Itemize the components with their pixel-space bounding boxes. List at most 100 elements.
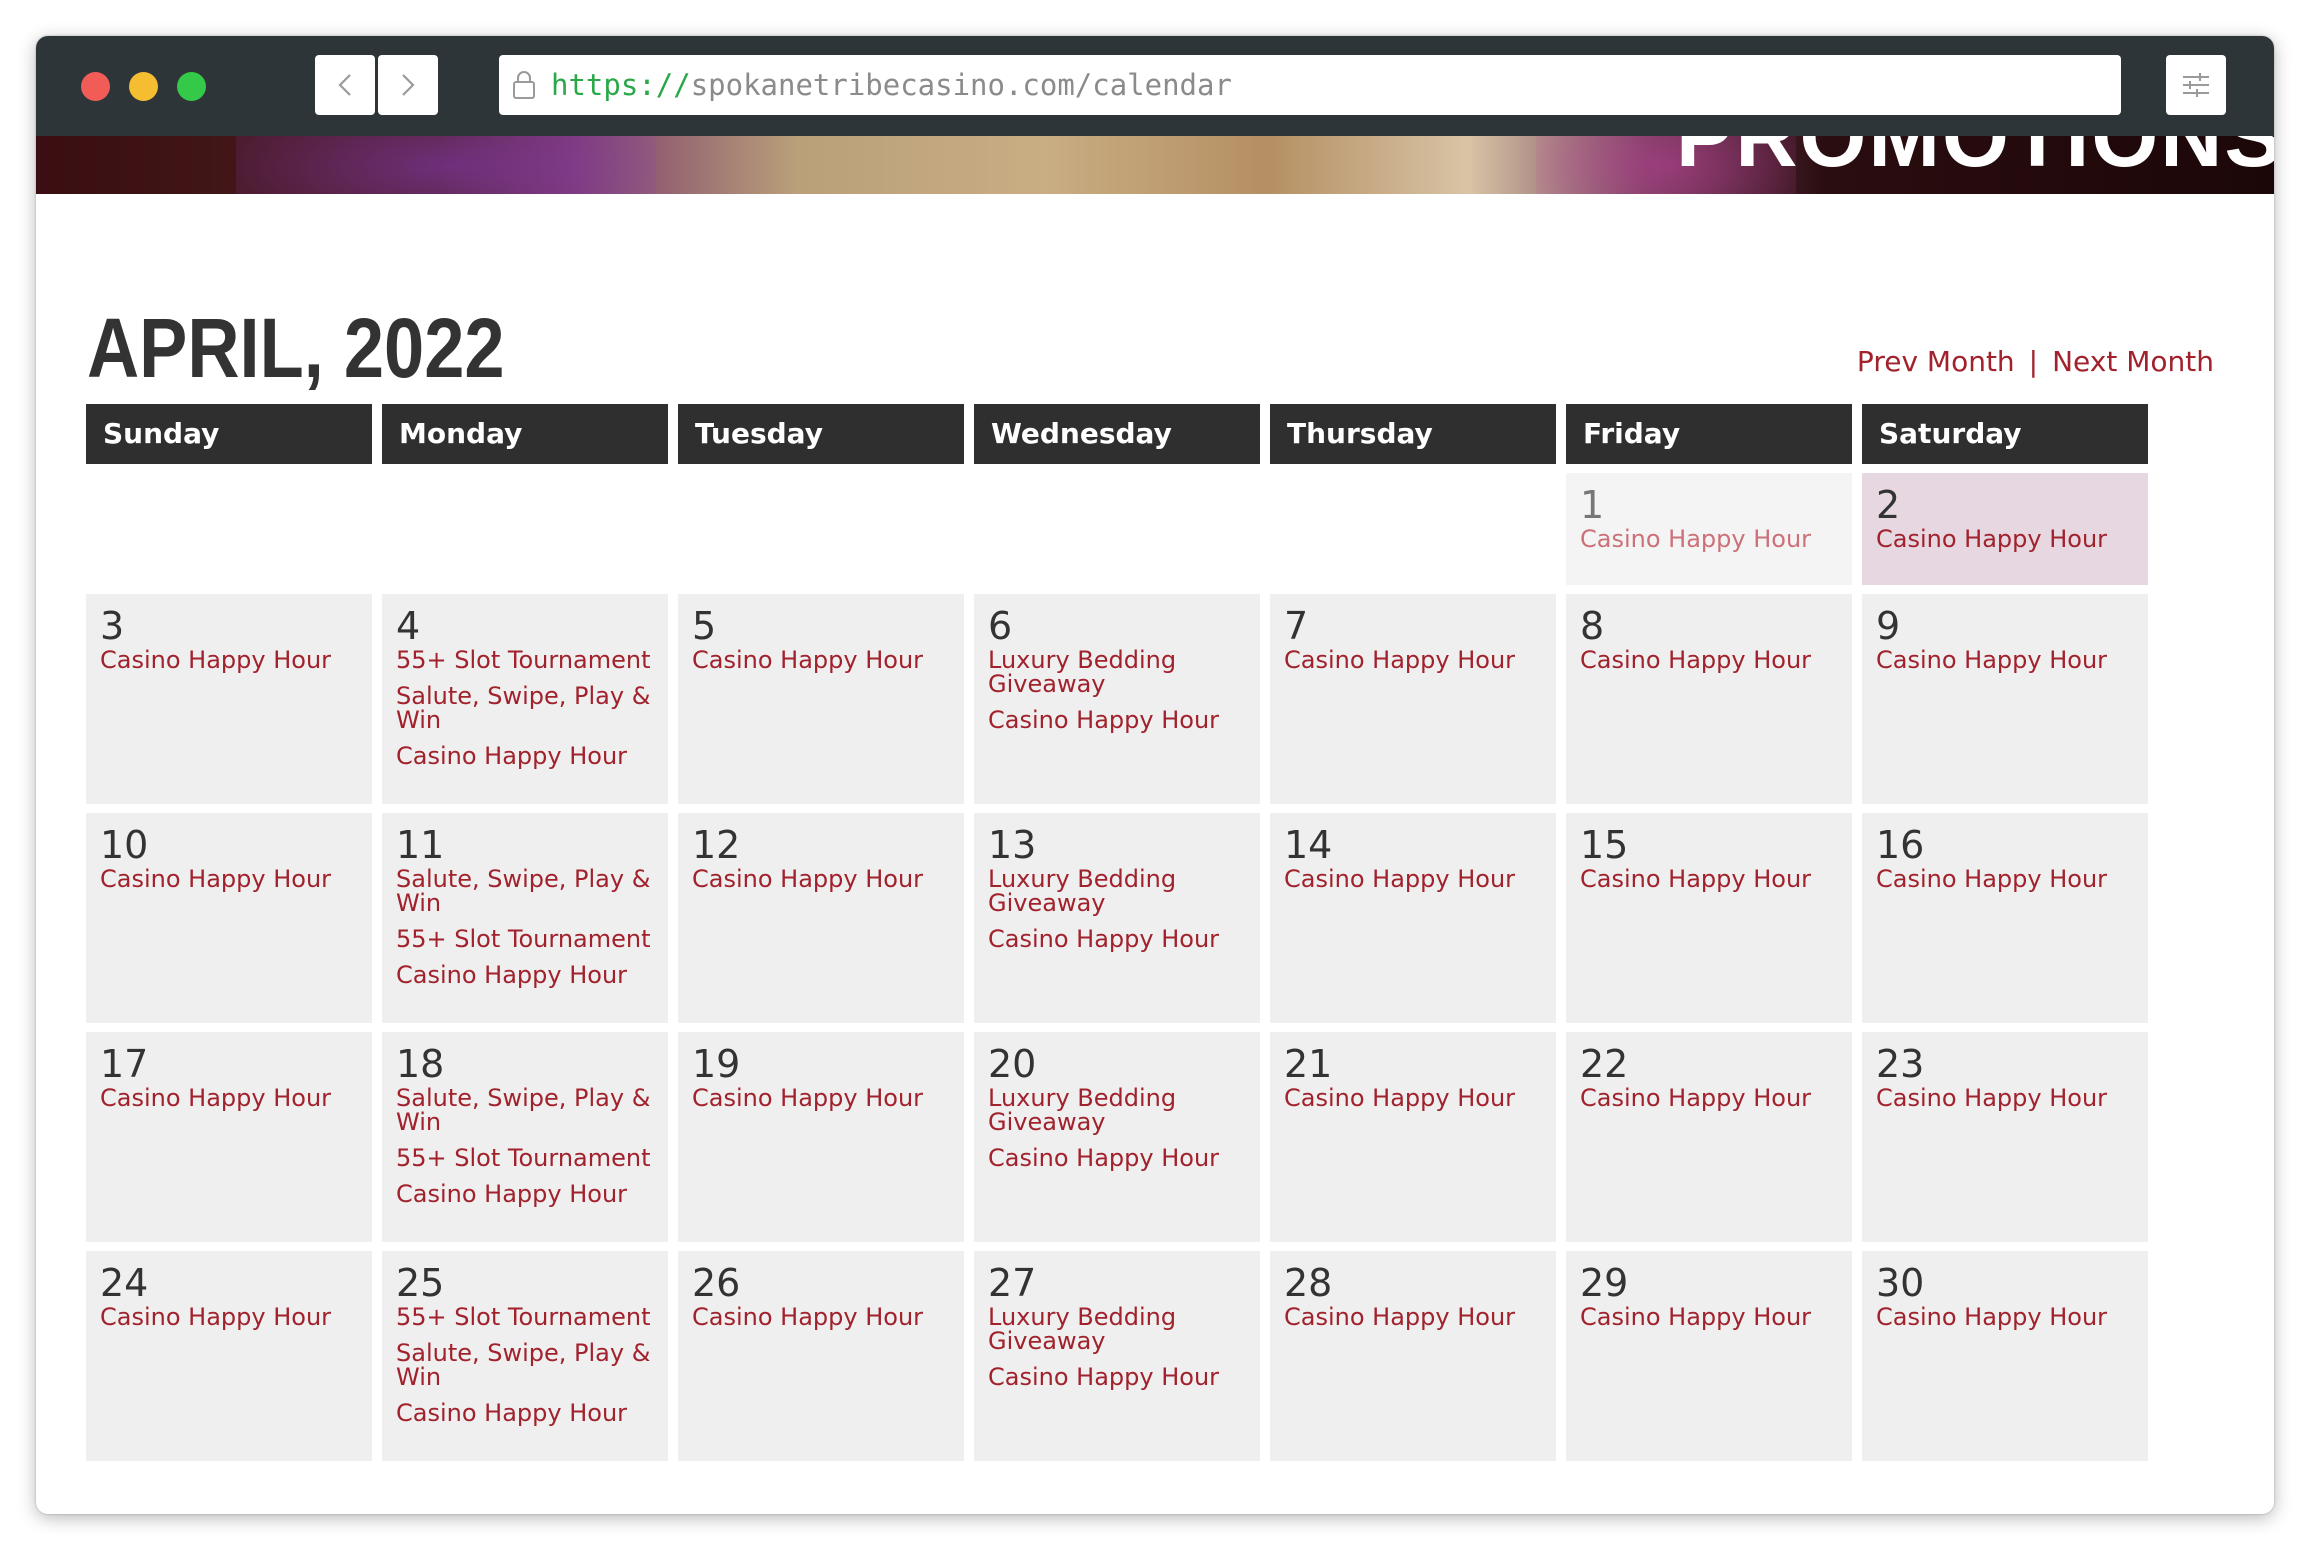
day-number: 10 bbox=[100, 823, 149, 867]
event-link[interactable]: Casino Happy Hour bbox=[1876, 1305, 2148, 1329]
day-number: 5 bbox=[692, 604, 717, 648]
event-link[interactable]: Casino Happy Hour bbox=[1876, 648, 2148, 672]
hero-banner: PROMOTIONS bbox=[36, 136, 2274, 194]
calendar-day-cell: 22 Casino Happy Hour bbox=[1566, 1032, 1852, 1242]
event-link[interactable]: Casino Happy Hour bbox=[100, 648, 372, 672]
calendar-day-cell: 25 55+ Slot Tournament Salute, Swipe, Play… bbox=[382, 1251, 668, 1461]
event-link[interactable]: Luxury Bedding Giveaway bbox=[988, 867, 1260, 915]
event-link[interactable]: Casino Happy Hour bbox=[1580, 867, 1852, 891]
event-link[interactable]: Casino Happy Hour bbox=[1284, 648, 1556, 672]
event-link[interactable]: Luxury Bedding Giveaway bbox=[988, 1086, 1260, 1134]
event-link[interactable]: Casino Happy Hour bbox=[1876, 867, 2148, 891]
event-link[interactable]: Casino Happy Hour bbox=[692, 648, 964, 672]
calendar-day-cell: 13 Luxury Bedding Giveaway Casino Happy Ho… bbox=[974, 813, 1260, 1023]
event-link[interactable]: Casino Happy Hour bbox=[1580, 527, 1852, 551]
event-link[interactable]: Casino Happy Hour bbox=[396, 963, 668, 987]
day-number: 15 bbox=[1580, 823, 1629, 867]
day-number: 19 bbox=[692, 1042, 741, 1086]
calendar-day-cell: 12 Casino Happy Hour bbox=[678, 813, 964, 1023]
day-number: 3 bbox=[100, 604, 125, 648]
calendar-title: APRIL, 2022 bbox=[87, 301, 505, 395]
calendar-day-cell: 23 Casino Happy Hour bbox=[1862, 1032, 2148, 1242]
event-link[interactable]: Casino Happy Hour bbox=[396, 1401, 668, 1425]
browser-menu-button[interactable] bbox=[2166, 55, 2226, 115]
close-window-button[interactable] bbox=[81, 72, 110, 101]
event-link[interactable]: Casino Happy Hour bbox=[1284, 1086, 1556, 1110]
day-number: 11 bbox=[396, 823, 445, 867]
calendar-day-cell: 4 55+ Slot Tournament Salute, Swipe, Play … bbox=[382, 594, 668, 804]
lock-icon bbox=[513, 71, 535, 99]
day-number: 9 bbox=[1876, 604, 1901, 648]
calendar-day-cell: 29 Casino Happy Hour bbox=[1566, 1251, 1852, 1461]
calendar-day-cell: 9 Casino Happy Hour bbox=[1862, 594, 2148, 804]
calendar-empty-cell bbox=[974, 473, 1260, 585]
next-month-link[interactable]: Next Month bbox=[2052, 342, 2214, 382]
day-number: 17 bbox=[100, 1042, 149, 1086]
forward-button[interactable] bbox=[378, 55, 438, 115]
event-link[interactable]: Casino Happy Hour bbox=[1580, 648, 1852, 672]
event-link[interactable]: Luxury Bedding Giveaway bbox=[988, 648, 1260, 696]
maximize-window-button[interactable] bbox=[177, 72, 206, 101]
event-link[interactable]: Salute, Swipe, Play & Win bbox=[396, 1086, 668, 1134]
event-link[interactable]: Casino Happy Hour bbox=[988, 1146, 1260, 1170]
event-link[interactable]: Casino Happy Hour bbox=[100, 867, 372, 891]
event-link[interactable]: Salute, Swipe, Play & Win bbox=[396, 1341, 668, 1389]
calendar-day-cell: 17 Casino Happy Hour bbox=[86, 1032, 372, 1242]
calendar-day-cell: 27 Luxury Bedding Giveaway Casino Happy Ho… bbox=[974, 1251, 1260, 1461]
month-nav-separator: | bbox=[2028, 345, 2039, 378]
day-number: 27 bbox=[988, 1261, 1037, 1305]
event-link[interactable]: Casino Happy Hour bbox=[396, 1182, 668, 1206]
event-link[interactable]: Casino Happy Hour bbox=[100, 1305, 372, 1329]
day-number: 6 bbox=[988, 604, 1013, 648]
event-link[interactable]: Salute, Swipe, Play & Win bbox=[396, 867, 668, 915]
event-link[interactable]: 55+ Slot Tournament bbox=[396, 927, 668, 951]
day-number: 28 bbox=[1284, 1261, 1333, 1305]
event-link[interactable]: Casino Happy Hour bbox=[692, 1305, 964, 1329]
day-number: 1 bbox=[1580, 483, 1605, 527]
day-header-thursday: Thursday bbox=[1270, 404, 1556, 464]
event-link[interactable]: Luxury Bedding Giveaway bbox=[988, 1305, 1260, 1353]
calendar-grid: Sunday Monday Tuesday Wednesday Thursday Frid… bbox=[86, 404, 2148, 1461]
event-link[interactable]: Casino Happy Hour bbox=[988, 1365, 1260, 1389]
day-number: 30 bbox=[1876, 1261, 1925, 1305]
prev-month-link[interactable]: Prev Month bbox=[1857, 342, 2015, 382]
back-button[interactable] bbox=[315, 55, 375, 115]
event-link[interactable]: Casino Happy Hour bbox=[1876, 1086, 2148, 1110]
calendar-day-cell: 26 Casino Happy Hour bbox=[678, 1251, 964, 1461]
event-link[interactable]: Casino Happy Hour bbox=[988, 927, 1260, 951]
url-text: https://spokanetribecasino.com/calendar bbox=[551, 67, 1232, 103]
event-link[interactable]: 55+ Slot Tournament bbox=[396, 1146, 668, 1170]
day-number: 4 bbox=[396, 604, 421, 648]
calendar-day-cell: 14 Casino Happy Hour bbox=[1270, 813, 1556, 1023]
calendar-day-cell: 15 Casino Happy Hour bbox=[1566, 813, 1852, 1023]
address-bar[interactable]: https://spokanetribecasino.com/calendar bbox=[499, 55, 2121, 115]
event-link[interactable]: Casino Happy Hour bbox=[1580, 1305, 1852, 1329]
day-number: 22 bbox=[1580, 1042, 1629, 1086]
event-link[interactable]: Casino Happy Hour bbox=[692, 1086, 964, 1110]
event-link[interactable]: 55+ Slot Tournament bbox=[396, 1305, 668, 1329]
day-number: 14 bbox=[1284, 823, 1333, 867]
calendar-day-cell: 19 Casino Happy Hour bbox=[678, 1032, 964, 1242]
event-link[interactable]: Casino Happy Hour bbox=[1284, 1305, 1556, 1329]
calendar-empty-cell bbox=[382, 473, 668, 585]
day-number: 2 bbox=[1876, 483, 1901, 527]
day-header-wednesday: Wednesday bbox=[974, 404, 1260, 464]
event-link[interactable]: Casino Happy Hour bbox=[100, 1086, 372, 1110]
sliders-icon bbox=[2183, 73, 2209, 97]
event-link[interactable]: Salute, Swipe, Play & Win bbox=[396, 684, 668, 732]
event-link[interactable]: Casino Happy Hour bbox=[692, 867, 964, 891]
browser-toolbar: https://spokanetribecasino.com/calendar bbox=[36, 36, 2274, 136]
event-link[interactable]: Casino Happy Hour bbox=[988, 708, 1260, 732]
event-link[interactable]: Casino Happy Hour bbox=[396, 744, 668, 768]
event-link[interactable]: Casino Happy Hour bbox=[1580, 1086, 1852, 1110]
day-number: 7 bbox=[1284, 604, 1309, 648]
event-link[interactable]: Casino Happy Hour bbox=[1284, 867, 1556, 891]
event-link[interactable]: 55+ Slot Tournament bbox=[396, 648, 668, 672]
event-link[interactable]: Casino Happy Hour bbox=[1876, 527, 2148, 551]
calendar-day-cell: 10 Casino Happy Hour bbox=[86, 813, 372, 1023]
minimize-window-button[interactable] bbox=[129, 72, 158, 101]
day-header-friday: Friday bbox=[1566, 404, 1852, 464]
calendar-day-cell: 3 Casino Happy Hour bbox=[86, 594, 372, 804]
calendar-day-cell: 7 Casino Happy Hour bbox=[1270, 594, 1556, 804]
calendar-day-cell: 20 Luxury Bedding Giveaway Casino Happy Ho… bbox=[974, 1032, 1260, 1242]
